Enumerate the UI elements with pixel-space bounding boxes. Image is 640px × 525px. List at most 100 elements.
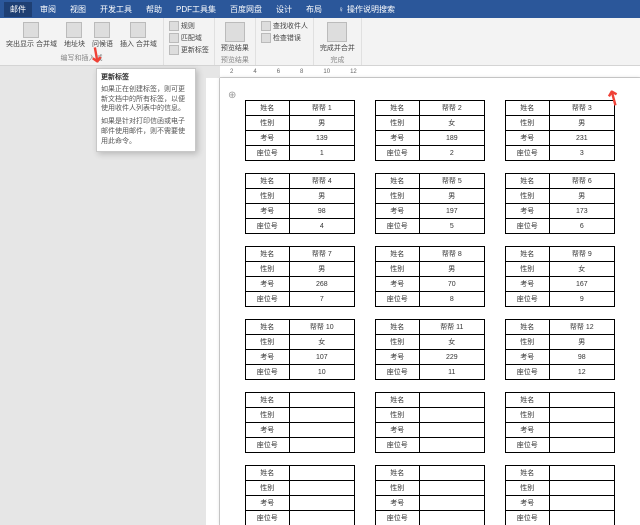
field-value: 98 — [549, 350, 614, 365]
field-label: 姓名 — [246, 393, 290, 408]
label-card[interactable]: 姓名帮帮 10性别女考号107座位号10 — [245, 319, 355, 380]
field-label: 性别 — [506, 335, 550, 350]
menu-tab[interactable]: 审阅 — [34, 2, 62, 17]
label-card[interactable]: 姓名帮帮 3性别男考号231座位号3 — [505, 100, 615, 161]
ribbon-button[interactable]: 插入 合并域 — [118, 20, 159, 51]
card-row: 性别男 — [246, 116, 355, 131]
field-label: 性别 — [506, 262, 550, 277]
menu-tab[interactable]: 百度网盘 — [224, 2, 268, 17]
ribbon-small-button[interactable]: 查找收件人 — [259, 20, 310, 32]
field-label: 性别 — [246, 408, 290, 423]
label-card[interactable]: 姓名帮帮 8性别男考号70座位号8 — [375, 246, 485, 307]
card-row: 姓名帮帮 10 — [246, 320, 355, 335]
ribbon-small-label: 检查错误 — [273, 33, 301, 43]
search-label: 操作说明搜索 — [347, 4, 395, 15]
ribbon-label: 预览结果 — [221, 43, 249, 53]
menu-tab[interactable]: 布局 — [300, 2, 328, 17]
ribbon-group-write: 突出显示 合并域地址块问候语插入 合并域 编写和插入域 — [0, 18, 164, 65]
ribbon-small-button[interactable]: 匹配域 — [167, 32, 211, 44]
ribbon-small-button[interactable]: 规则 — [167, 20, 211, 32]
ribbon-small-icon — [169, 33, 179, 43]
menu-tab[interactable]: 开发工具 — [94, 2, 138, 17]
label-card[interactable]: 姓名性别考号座位号 — [505, 465, 615, 525]
menu-tab[interactable]: PDF工具集 — [170, 2, 222, 17]
field-label: 座位号 — [376, 365, 420, 380]
field-label: 考号 — [506, 423, 550, 438]
card-row: 姓名帮帮 11 — [376, 320, 485, 335]
card-row: 座位号1 — [246, 146, 355, 161]
ribbon-small-icon — [169, 45, 179, 55]
ribbon-icon — [130, 22, 146, 38]
ribbon-icon — [327, 22, 347, 42]
vertical-ruler[interactable] — [206, 78, 220, 525]
field-label: 考号 — [376, 350, 420, 365]
card-row: 考号229 — [376, 350, 485, 365]
field-label: 座位号 — [246, 219, 290, 234]
field-value — [549, 511, 614, 525]
field-value — [289, 438, 354, 453]
field-value: 男 — [289, 116, 354, 131]
label-card[interactable]: 姓名性别考号座位号 — [375, 465, 485, 525]
label-card[interactable]: 姓名性别考号座位号 — [245, 392, 355, 453]
label-card[interactable]: 姓名帮帮 5性别男考号197座位号5 — [375, 173, 485, 234]
card-row: 姓名帮帮 7 — [246, 247, 355, 262]
card-row: 性别男 — [246, 189, 355, 204]
field-value: 3 — [549, 146, 614, 161]
label-card[interactable]: 姓名性别考号座位号 — [375, 392, 485, 453]
menu-tab[interactable]: 视图 — [64, 2, 92, 17]
label-card[interactable]: 姓名帮帮 2性别女考号189座位号2 — [375, 100, 485, 161]
ribbon-button[interactable]: 预览结果 — [219, 20, 251, 55]
field-value — [419, 481, 484, 496]
ribbon-group-preview: 预览结果 预览结果 — [215, 18, 256, 65]
field-value: 帮帮 1 — [289, 101, 354, 116]
search-box[interactable]: ♀ 操作说明搜索 — [338, 4, 395, 15]
card-row: 座位号11 — [376, 365, 485, 380]
field-label: 性别 — [246, 189, 290, 204]
card-row: 座位号8 — [376, 292, 485, 307]
ribbon-button[interactable]: 地址块 — [62, 20, 87, 51]
label-card[interactable]: 姓名帮帮 4性别男考号98座位号4 — [245, 173, 355, 234]
label-card[interactable]: 姓名帮帮 6性别男考号173座位号6 — [505, 173, 615, 234]
field-value — [419, 438, 484, 453]
field-value: 12 — [549, 365, 614, 380]
label-card[interactable]: 姓名帮帮 11性别女考号229座位号11 — [375, 319, 485, 380]
card-row: 性别 — [376, 481, 485, 496]
field-label: 性别 — [506, 408, 550, 423]
label-card[interactable]: 姓名帮帮 9性别女考号167座位号9 — [505, 246, 615, 307]
ribbon-button[interactable]: 完成并合并 — [318, 20, 357, 55]
ribbon-small-button[interactable]: 检查错误 — [259, 32, 310, 44]
field-label: 考号 — [506, 350, 550, 365]
menu-tab[interactable]: 邮件 — [4, 2, 32, 17]
card-row: 性别男 — [506, 116, 615, 131]
label-card[interactable]: 姓名性别考号座位号 — [505, 392, 615, 453]
field-label: 性别 — [376, 189, 420, 204]
field-label: 座位号 — [376, 438, 420, 453]
field-value: 197 — [419, 204, 484, 219]
field-value — [289, 511, 354, 525]
card-row: 性别 — [506, 408, 615, 423]
card-row: 座位号 — [246, 438, 355, 453]
menu-tab[interactable]: 帮助 — [140, 2, 168, 17]
menu-tab[interactable]: 设计 — [270, 2, 298, 17]
card-row: 性别 — [376, 408, 485, 423]
label-card[interactable]: 姓名帮帮 7性别男考号268座位号7 — [245, 246, 355, 307]
field-value: 帮帮 10 — [289, 320, 354, 335]
field-value: 268 — [289, 277, 354, 292]
field-label: 座位号 — [506, 365, 550, 380]
field-value: 帮帮 5 — [419, 174, 484, 189]
card-row: 考号139 — [246, 131, 355, 146]
ribbon-small-button[interactable]: 更新标签 — [167, 44, 211, 56]
card-row: 姓名帮帮 4 — [246, 174, 355, 189]
ribbon-button[interactable]: 突出显示 合并域 — [4, 20, 59, 51]
label-card[interactable]: 姓名帮帮 12性别男考号98座位号12 — [505, 319, 615, 380]
document-page[interactable]: ⊕ 姓名帮帮 1性别男考号139座位号1姓名帮帮 2性别女考号189座位号2姓名… — [220, 78, 640, 525]
label-card[interactable]: 姓名帮帮 1性别男考号139座位号1 — [245, 100, 355, 161]
label-card[interactable]: 姓名性别考号座位号 — [245, 465, 355, 525]
card-row: 性别女 — [506, 262, 615, 277]
field-value: 帮帮 9 — [549, 247, 614, 262]
group-label: 完成 — [318, 55, 357, 65]
horizontal-ruler[interactable]: 24681012 — [220, 66, 640, 78]
ruler-tick: 2 — [230, 69, 233, 75]
field-value: 男 — [289, 189, 354, 204]
card-row: 座位号5 — [376, 219, 485, 234]
